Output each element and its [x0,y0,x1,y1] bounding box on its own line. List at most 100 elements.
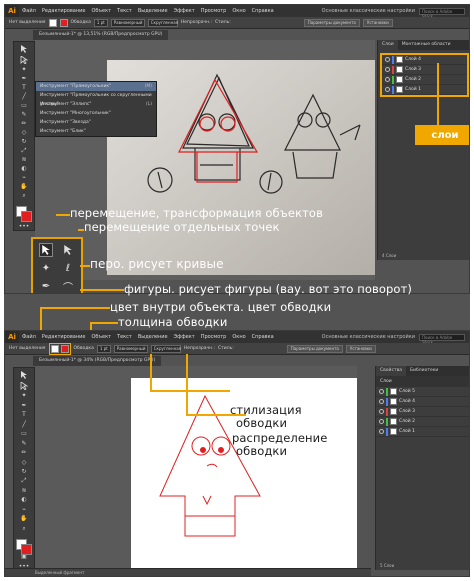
layer-row[interactable]: Слой 1 [382,85,467,95]
menu-effect[interactable]: Эффект [171,334,198,340]
width-tool-icon[interactable]: ≋ [17,157,31,163]
menu-window[interactable]: Окно [229,334,248,340]
document-settings-button[interactable]: Параметры документа [303,18,360,27]
rectangle-tool-icon[interactable]: ▭ [17,103,31,109]
menu-file[interactable]: Файл [19,334,39,340]
menu-edit[interactable]: Редактирование [39,334,89,340]
fill-swatch[interactable] [48,18,57,27]
document-tab[interactable]: Безымянный-1* @ 34% (RGB/Предпросмотр GP… [33,356,162,366]
menu-effect[interactable]: Эффект [171,8,198,14]
eye-icon[interactable] [379,399,384,404]
fill-stroke-widget[interactable] [15,205,33,222]
canvas-area[interactable] [35,40,375,280]
layer-row[interactable]: Слой 3 [376,407,469,417]
menu-select[interactable]: Выделение [135,8,171,14]
type-tool-icon[interactable]: T [17,411,31,418]
menu-view[interactable]: Просмотр [198,8,230,14]
eraser-tool-icon[interactable]: ◇ [17,130,31,136]
menu-object[interactable]: Объект [88,8,114,14]
eye-icon[interactable] [379,389,384,394]
more-tools-icon[interactable]: ••• [17,224,31,230]
width-tool-icon[interactable]: ≋ [17,487,31,494]
lasso-zoom-icon[interactable]: ℓ [61,261,75,275]
menu-file[interactable]: Файл [19,8,39,14]
workspace-switcher[interactable]: Основные классические настройки [322,334,415,340]
curvature-tool-zoom-icon[interactable]: ⌒ [61,279,75,294]
layer-row[interactable]: Слой 3 [382,65,467,75]
canvas-area[interactable] [35,366,357,570]
magic-wand-tool-icon[interactable]: ✦ [17,67,31,73]
eyedropper-tool-icon[interactable]: ⌁ [17,506,31,513]
stock-search-input[interactable]: Поиск в Adobe Stock [419,333,465,345]
document-settings-button[interactable]: Параметры документа [286,344,343,353]
brush-tool-icon[interactable]: ✎ [17,440,31,446]
line-tool-icon[interactable]: ╱ [17,421,31,427]
pencil-tool-icon[interactable]: ✏ [17,449,31,456]
stroke-color-swatch[interactable] [21,544,32,556]
eye-icon[interactable] [385,87,390,92]
tab-properties[interactable]: Свойства [376,366,406,376]
stroke-weight-field[interactable]: 1 pt [93,18,108,27]
layer-row[interactable]: Слой 4 [382,55,467,65]
eye-icon[interactable] [379,429,384,434]
layer-row[interactable]: Слой 4 [376,397,469,407]
selection-tool-zoom-icon[interactable] [39,243,53,257]
eye-icon[interactable] [385,67,390,72]
layer-row[interactable]: Слой 5 [376,387,469,397]
scale-tool-icon[interactable]: ⤢ [17,478,31,484]
stroke-swatch[interactable] [60,344,69,353]
variable-width-field[interactable]: Равномерный [110,18,145,27]
eye-icon[interactable] [379,409,384,414]
layer-row[interactable]: Слой 2 [376,417,469,427]
flyout-item-rectangle[interactable]: Инструмент "Прямоугольник" (M) [36,82,156,91]
variable-width-field[interactable]: Равномерный [113,344,148,353]
brush-definition-field[interactable]: Скругленная [147,18,178,27]
line-tool-icon[interactable]: ╱ [17,94,31,100]
zoom-tool-icon[interactable]: ⌕ [17,193,31,199]
hand-tool-icon[interactable]: ✋ [17,516,31,522]
rectangle-tool-icon[interactable]: ▭ [17,430,31,437]
tab-artboards[interactable]: Монтажные области [398,40,455,50]
rotate-tool-icon[interactable]: ↻ [17,468,31,475]
selection-tool-icon[interactable] [17,45,31,53]
menu-window[interactable]: Окно [229,8,248,14]
menu-object[interactable]: Объект [88,334,114,340]
selection-tool-icon[interactable] [17,371,31,379]
brush-tool-icon[interactable]: ✎ [17,112,31,118]
eye-icon[interactable] [379,419,384,424]
tab-libraries[interactable]: Библиотеки [406,366,442,376]
eraser-tool-icon[interactable]: ◇ [17,459,31,465]
stroke-color-swatch[interactable] [21,211,32,222]
layer-row[interactable]: Слой 2 [382,75,467,85]
stroke-weight-field[interactable]: 1 pt [96,344,111,353]
pencil-tool-icon[interactable]: ✏ [17,121,31,127]
scale-tool-icon[interactable]: ⤢ [17,148,31,154]
menu-help[interactable]: Справка [249,334,277,340]
fill-swatch[interactable] [50,344,59,353]
magic-wand-tool-icon[interactable]: ✦ [17,393,31,399]
direct-selection-tool-icon[interactable] [17,382,31,390]
shape-builder-tool-icon[interactable]: ◐ [17,166,31,172]
flyout-item-rounded-rectangle[interactable]: Инструмент "Прямоугольник со скругленным… [36,91,156,107]
direct-selection-tool-icon[interactable] [17,56,31,64]
flyout-item-star[interactable]: Инструмент "Звезда" [36,118,156,127]
brush-definition-field[interactable]: Скругленная [150,344,181,353]
layer-row[interactable]: Слой 1 [376,427,469,437]
menu-edit[interactable]: Редактирование [39,8,89,14]
flyout-item-flare[interactable]: Инструмент "Блик" [36,127,156,136]
shape-builder-tool-icon[interactable]: ◐ [17,497,31,503]
preferences-button[interactable]: Установки [345,344,376,353]
menu-help[interactable]: Справка [249,8,277,14]
magic-wand-zoom-icon[interactable]: ✦ [39,261,53,275]
hand-tool-icon[interactable]: ✋ [17,184,31,190]
pen-tool-icon[interactable]: ✒ [17,402,31,408]
pen-tool-icon[interactable]: ✒ [17,76,31,82]
document-tab[interactable]: Безымянный-1* @ 13,51% (RGB/Предпросмотр… [33,30,169,40]
menu-text[interactable]: Текст [114,8,135,14]
type-tool-icon[interactable]: T [17,85,31,91]
menu-view[interactable]: Просмотр [198,334,230,340]
rotate-tool-icon[interactable]: ↻ [17,139,31,145]
eye-icon[interactable] [385,77,390,82]
preferences-button[interactable]: Установки [362,18,393,27]
eyedropper-tool-icon[interactable]: ⌁ [17,175,31,181]
